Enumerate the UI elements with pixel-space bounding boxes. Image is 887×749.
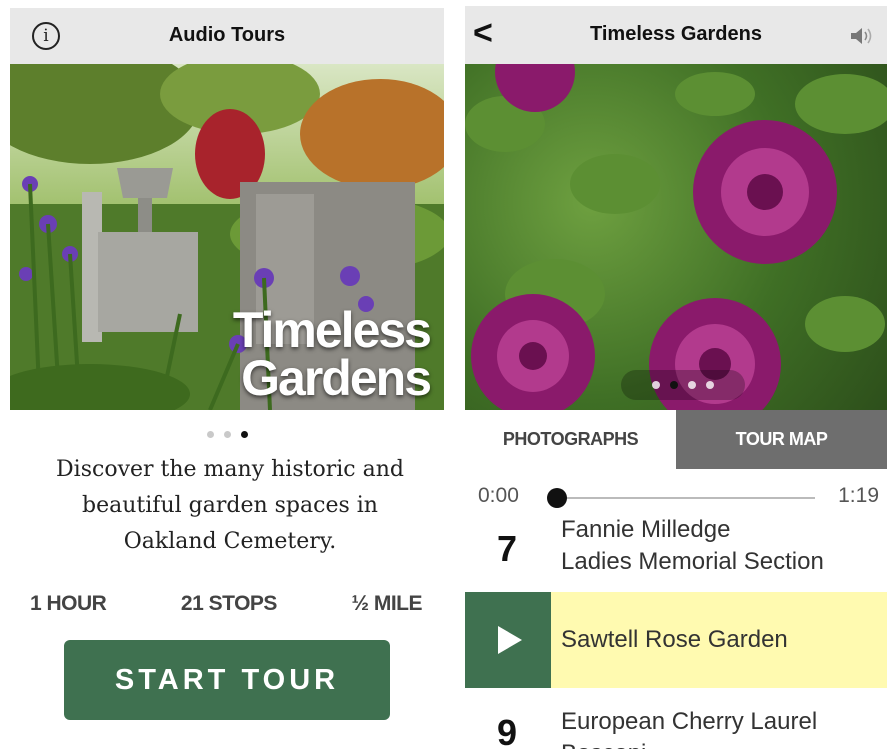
- play-button[interactable]: [465, 592, 551, 688]
- screen-title: Audio Tours: [168, 24, 286, 46]
- stop-name-line-1: Fannie Milledge: [561, 516, 731, 543]
- stop-name-line-2: Boscopi: [561, 738, 817, 749]
- rose-garden-photo: [465, 64, 887, 410]
- tour-stats: 1 HOUR 21 STOPS ½ MILE: [30, 592, 422, 616]
- overlay-line-1: Timeless: [232, 302, 432, 358]
- audio-scrubber: 0:00 1:19: [465, 482, 887, 512]
- photo-page-indicator[interactable]: [621, 370, 745, 400]
- tour-stop-count: 21 STOPS: [180, 592, 278, 615]
- audio-tours-screen: i Audio Tours Timeless Gardens Discover …: [0, 0, 455, 749]
- page-dot[interactable]: [207, 431, 214, 438]
- play-icon: [498, 626, 522, 654]
- top-bar: i Audio Tours: [10, 8, 444, 64]
- speaker-icon[interactable]: [849, 26, 875, 46]
- page-dot[interactable]: [224, 431, 231, 438]
- page-dot[interactable]: [706, 381, 714, 389]
- total-time: 1:19: [838, 484, 879, 507]
- stop-name: Sawtell Rose Garden: [561, 626, 788, 653]
- tour-stop-row[interactable]: 7 Fannie Milledge Ladies Memorial Sectio…: [465, 512, 887, 592]
- view-tabs: PHOTOGRAPHS TOUR MAP: [465, 410, 887, 469]
- page-dot[interactable]: [688, 381, 696, 389]
- page-dot[interactable]: [652, 381, 660, 389]
- tour-detail-screen: < Timeless Gardens PHOTOGRAPHS TOUR MAP …: [465, 0, 887, 749]
- stop-name-line-1: European Cherry Laurel: [561, 708, 818, 735]
- start-tour-button[interactable]: START TOUR: [64, 640, 390, 720]
- page-dot-active[interactable]: [241, 431, 248, 438]
- stop-name: European Cherry Laurel Boscopi: [561, 706, 817, 749]
- tab-tour-map[interactable]: TOUR MAP: [676, 410, 887, 469]
- tour-stop-row-playing[interactable]: Sawtell Rose Garden: [465, 592, 887, 688]
- stop-name: Fannie Milledge Ladies Memorial Section: [561, 514, 824, 578]
- stop-photo[interactable]: [465, 64, 887, 410]
- screen-title: Timeless Gardens: [590, 23, 762, 45]
- stop-name-line-2: Ladies Memorial Section: [561, 548, 824, 575]
- tour-name-overlay: Timeless Gardens: [232, 302, 432, 406]
- overlay-line-2: Gardens: [241, 350, 432, 406]
- stop-number: 7: [497, 528, 518, 569]
- tour-distance: ½ MILE: [351, 592, 422, 615]
- tab-photographs[interactable]: PHOTOGRAPHS: [465, 410, 676, 469]
- tour-description: Discover the many historic and beautiful…: [56, 457, 404, 554]
- top-bar: < Timeless Gardens: [465, 6, 887, 64]
- hero-page-indicator[interactable]: [0, 425, 455, 443]
- tour-duration: 1 HOUR: [30, 592, 107, 615]
- page-dot-active[interactable]: [670, 381, 678, 389]
- tour-hero-image[interactable]: Timeless Gardens: [10, 64, 444, 410]
- stop-number: 9: [497, 712, 518, 749]
- progress-track[interactable]: [553, 497, 815, 499]
- elapsed-time: 0:00: [478, 484, 519, 507]
- progress-knob[interactable]: [547, 488, 567, 508]
- tour-stop-row[interactable]: 9 European Cherry Laurel Boscopi: [465, 692, 887, 749]
